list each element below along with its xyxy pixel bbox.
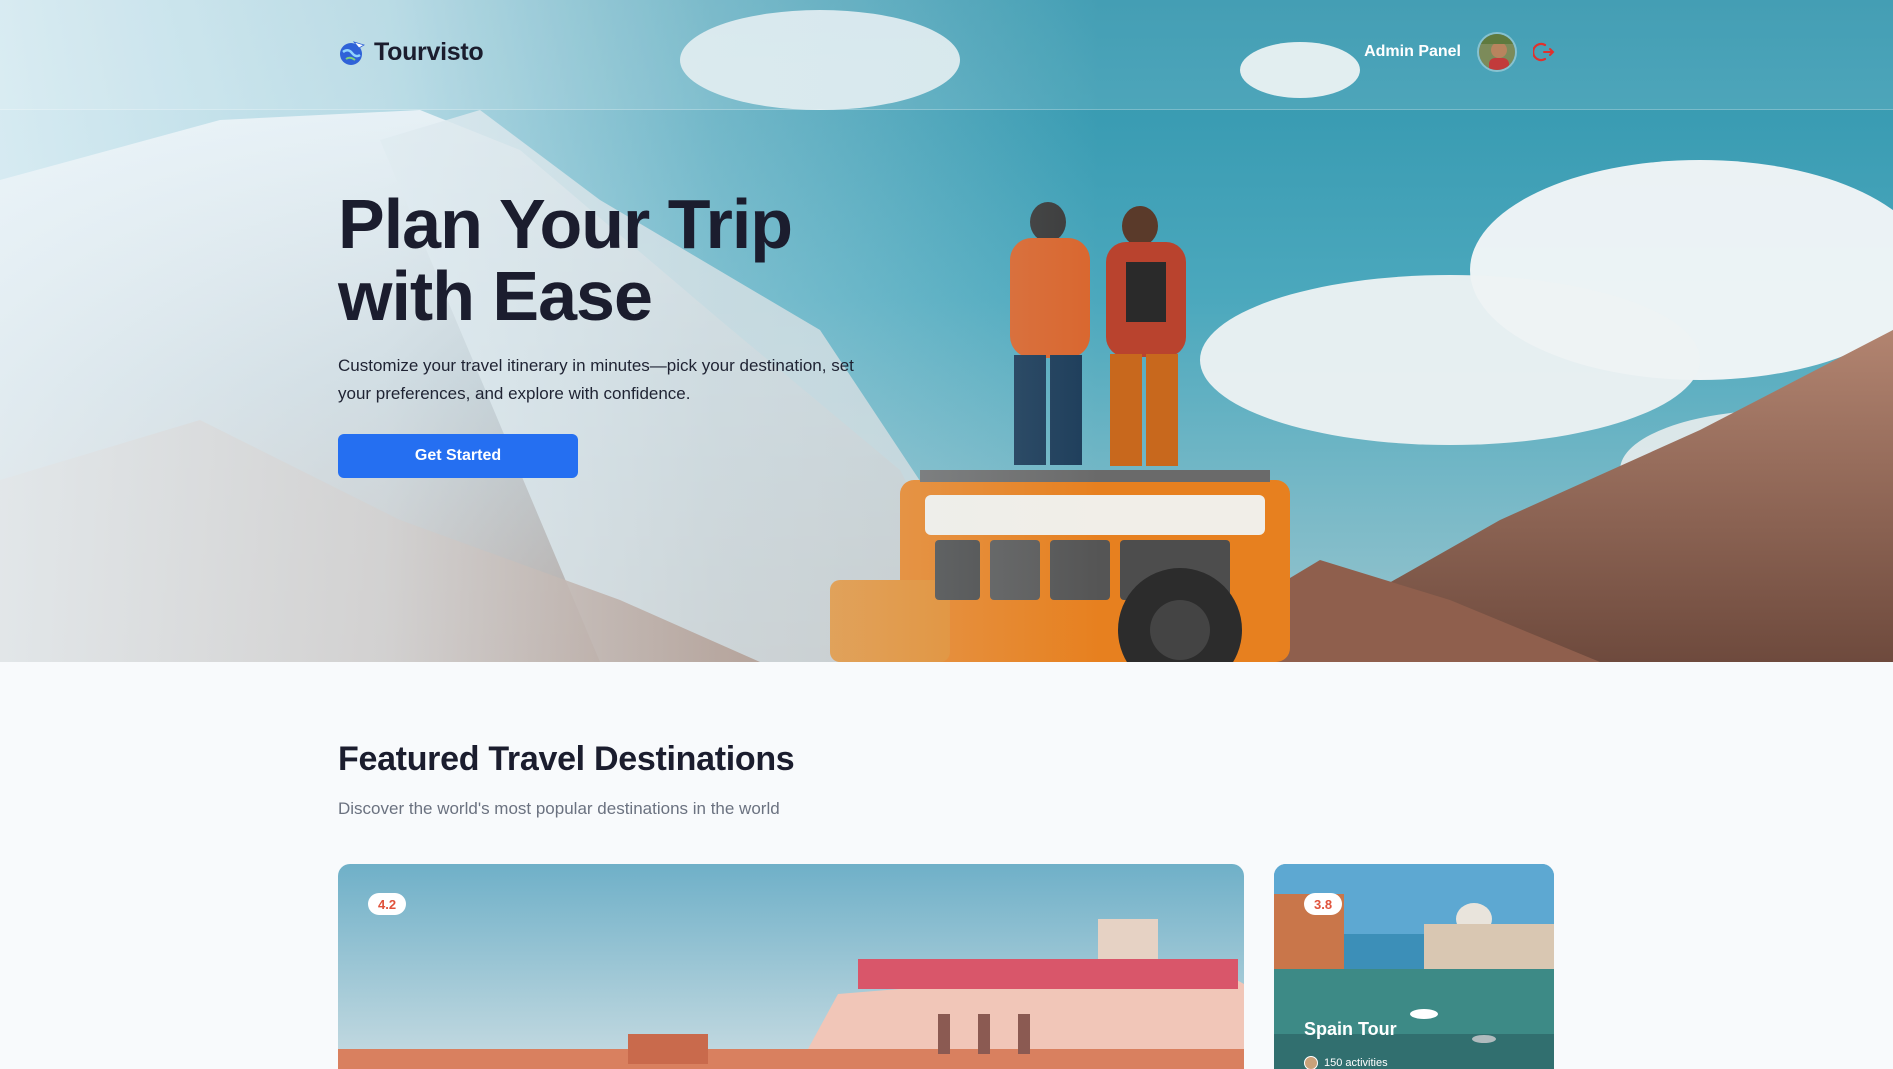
hero-section: Tourvisto Admin Panel Plan Your Trip wit…: [0, 0, 1893, 662]
hero-description: Customize your travel itinerary in minut…: [338, 356, 854, 403]
rating-badge: 4.2: [368, 893, 407, 915]
hero-title: Plan Your Trip with Ease: [338, 188, 898, 332]
nav-actions: Admin Panel: [1364, 32, 1555, 72]
user-avatar[interactable]: [1477, 32, 1517, 72]
top-navbar: Tourvisto Admin Panel: [0, 0, 1893, 110]
activities-count: 150 activities: [1324, 1057, 1388, 1069]
section-title: Featured Travel Destinations: [338, 740, 795, 778]
get-started-button[interactable]: Get Started: [338, 434, 578, 478]
destination-name: Spain Tour: [1304, 1019, 1397, 1039]
rating-badge: 3.8: [1304, 893, 1343, 915]
admin-panel-link[interactable]: Admin Panel: [1364, 43, 1461, 61]
traveler-avatar: [1304, 1056, 1318, 1069]
logout-icon[interactable]: [1533, 41, 1555, 63]
destination-meta: 150 activities: [1304, 1056, 1388, 1069]
globe-plane-icon: [340, 40, 365, 65]
destination-card[interactable]: 4.2: [338, 864, 1244, 1069]
brand-logo[interactable]: Tourvisto: [338, 38, 484, 67]
featured-destinations-section: Featured Travel Destinations Discover th…: [338, 740, 1554, 819]
section-subtitle: Discover the world's most popular destin…: [338, 799, 780, 818]
destination-image: [338, 864, 1244, 1069]
destination-card[interactable]: 3.8 Spain Tour 150 activities: [1274, 864, 1554, 1069]
brand-name: Tourvisto: [374, 38, 484, 66]
hero-title-line1: Plan Your Trip: [338, 185, 793, 263]
hero-title-line2: with Ease: [338, 257, 653, 335]
hero-content: Plan Your Trip with Ease Customize your …: [338, 188, 898, 478]
